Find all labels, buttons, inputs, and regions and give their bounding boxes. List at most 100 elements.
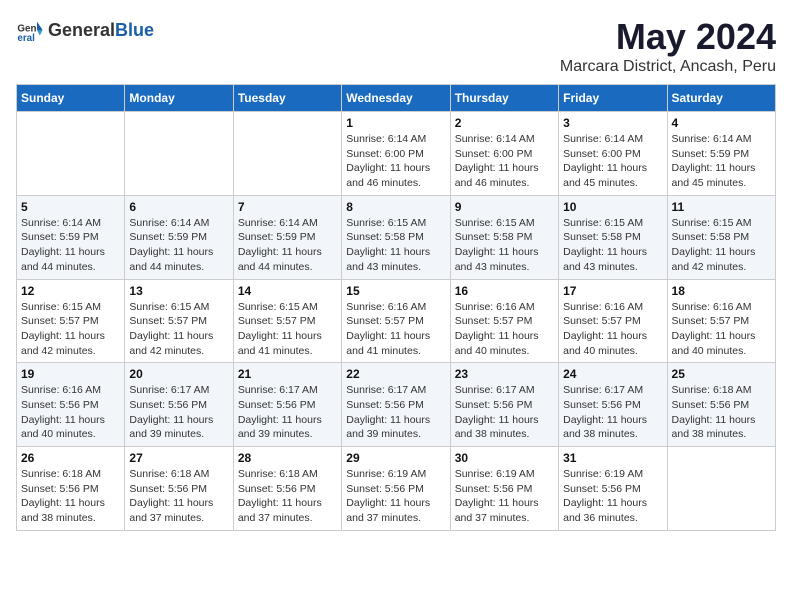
day-number: 18 bbox=[672, 284, 771, 298]
day-number: 10 bbox=[563, 200, 662, 214]
day-info: Sunrise: 6:18 AM Sunset: 5:56 PM Dayligh… bbox=[238, 467, 337, 526]
header-sunday: Sunday bbox=[17, 85, 125, 112]
day-number: 11 bbox=[672, 200, 771, 214]
day-info: Sunrise: 6:16 AM Sunset: 5:57 PM Dayligh… bbox=[672, 300, 771, 359]
day-number: 30 bbox=[455, 451, 554, 465]
day-number: 14 bbox=[238, 284, 337, 298]
table-row: 6 Sunrise: 6:14 AM Sunset: 5:59 PM Daylig… bbox=[125, 195, 233, 279]
day-number: 29 bbox=[346, 451, 445, 465]
title-area: May 2024 Marcara District, Ancash, Peru bbox=[560, 16, 776, 76]
day-number: 6 bbox=[129, 200, 228, 214]
day-info: Sunrise: 6:14 AM Sunset: 5:59 PM Dayligh… bbox=[238, 216, 337, 275]
header-monday: Monday bbox=[125, 85, 233, 112]
table-row bbox=[233, 112, 341, 196]
table-row: 23Sunrise: 6:17 AM Sunset: 5:56 PM Dayli… bbox=[450, 363, 558, 447]
day-number: 27 bbox=[129, 451, 228, 465]
day-info: Sunrise: 6:18 AM Sunset: 5:56 PM Dayligh… bbox=[129, 467, 228, 526]
table-row: 13Sunrise: 6:15 AM Sunset: 5:57 PM Dayli… bbox=[125, 279, 233, 363]
day-number: 17 bbox=[563, 284, 662, 298]
header-thursday: Thursday bbox=[450, 85, 558, 112]
logo-icon: Gen eral bbox=[16, 16, 44, 44]
table-row bbox=[125, 112, 233, 196]
month-title: May 2024 bbox=[560, 16, 776, 58]
day-info: Sunrise: 6:14 AM Sunset: 6:00 PM Dayligh… bbox=[563, 132, 662, 191]
day-number: 22 bbox=[346, 367, 445, 381]
table-row: 7 Sunrise: 6:14 AM Sunset: 5:59 PM Daylig… bbox=[233, 195, 341, 279]
table-row: 16 Sunrise: 6:16 AM Sunset: 5:57 PM Dayli… bbox=[450, 279, 558, 363]
day-info: Sunrise: 6:14 AM Sunset: 6:00 PM Dayligh… bbox=[346, 132, 445, 191]
table-row: 27 Sunrise: 6:18 AM Sunset: 5:56 PM Dayli… bbox=[125, 447, 233, 531]
table-row: 31 Sunrise: 6:19 AM Sunset: 5:56 PM Dayli… bbox=[559, 447, 667, 531]
day-number: 15 bbox=[346, 284, 445, 298]
day-info: Sunrise: 6:15 AM Sunset: 5:57 PM Dayligh… bbox=[129, 300, 228, 359]
svg-text:eral: eral bbox=[17, 33, 35, 44]
day-info: Sunrise: 6:14 AM Sunset: 6:00 PM Dayligh… bbox=[455, 132, 554, 191]
day-info: Sunrise: 6:16 AM Sunset: 5:57 PM Dayligh… bbox=[346, 300, 445, 359]
table-row: 18 Sunrise: 6:16 AM Sunset: 5:57 PM Dayli… bbox=[667, 279, 775, 363]
day-info: Sunrise: 6:17 AM Sunset: 5:56 PM Dayligh… bbox=[129, 383, 228, 442]
day-number: 7 bbox=[238, 200, 337, 214]
table-row: 24 Sunrise: 6:17 AM Sunset: 5:56 PM Dayli… bbox=[559, 363, 667, 447]
day-info: Sunrise: 6:15 AM Sunset: 5:57 PM Dayligh… bbox=[238, 300, 337, 359]
calendar-table: Sunday Monday Tuesday Wednesday Thursday… bbox=[16, 84, 776, 531]
day-number: 16 bbox=[455, 284, 554, 298]
table-row: 2 Sunrise: 6:14 AM Sunset: 6:00 PM Daylig… bbox=[450, 112, 558, 196]
day-number: 5 bbox=[21, 200, 120, 214]
table-row: 10Sunrise: 6:15 AM Sunset: 5:58 PM Dayli… bbox=[559, 195, 667, 279]
day-number: 1 bbox=[346, 116, 445, 130]
day-number: 12 bbox=[21, 284, 120, 298]
week-row-2: 12 Sunrise: 6:15 AM Sunset: 5:57 PM Dayli… bbox=[17, 279, 776, 363]
day-number: 9 bbox=[455, 200, 554, 214]
day-info: Sunrise: 6:17 AM Sunset: 5:56 PM Dayligh… bbox=[455, 383, 554, 442]
day-info: Sunrise: 6:19 AM Sunset: 5:56 PM Dayligh… bbox=[346, 467, 445, 526]
table-row: 3 Sunrise: 6:14 AM Sunset: 6:00 PM Daylig… bbox=[559, 112, 667, 196]
day-number: 31 bbox=[563, 451, 662, 465]
table-row: 5 Sunrise: 6:14 AM Sunset: 5:59 PM Daylig… bbox=[17, 195, 125, 279]
table-row: 25Sunrise: 6:18 AM Sunset: 5:56 PM Dayli… bbox=[667, 363, 775, 447]
table-row bbox=[667, 447, 775, 531]
day-number: 25 bbox=[672, 367, 771, 381]
logo: Gen eral GeneralBlue bbox=[16, 16, 154, 44]
table-row: 30 Sunrise: 6:19 AM Sunset: 5:56 PM Dayli… bbox=[450, 447, 558, 531]
weekday-header-row: Sunday Monday Tuesday Wednesday Thursday… bbox=[17, 85, 776, 112]
table-row: 26 Sunrise: 6:18 AM Sunset: 5:56 PM Dayli… bbox=[17, 447, 125, 531]
day-info: Sunrise: 6:14 AM Sunset: 5:59 PM Dayligh… bbox=[672, 132, 771, 191]
day-info: Sunrise: 6:14 AM Sunset: 5:59 PM Dayligh… bbox=[129, 216, 228, 275]
table-row: 22 Sunrise: 6:17 AM Sunset: 5:56 PM Dayli… bbox=[342, 363, 450, 447]
table-row: 19Sunrise: 6:16 AM Sunset: 5:56 PM Dayli… bbox=[17, 363, 125, 447]
table-row: 29 Sunrise: 6:19 AM Sunset: 5:56 PM Dayli… bbox=[342, 447, 450, 531]
day-number: 24 bbox=[563, 367, 662, 381]
table-row: 11 Sunrise: 6:15 AM Sunset: 5:58 PM Dayli… bbox=[667, 195, 775, 279]
table-row: 4 Sunrise: 6:14 AM Sunset: 5:59 PM Daylig… bbox=[667, 112, 775, 196]
table-row: 21Sunrise: 6:17 AM Sunset: 5:56 PM Dayli… bbox=[233, 363, 341, 447]
day-info: Sunrise: 6:19 AM Sunset: 5:56 PM Dayligh… bbox=[455, 467, 554, 526]
header-wednesday: Wednesday bbox=[342, 85, 450, 112]
logo-general-text: General bbox=[48, 20, 115, 40]
day-info: Sunrise: 6:15 AM Sunset: 5:58 PM Dayligh… bbox=[672, 216, 771, 275]
day-number: 2 bbox=[455, 116, 554, 130]
day-number: 26 bbox=[21, 451, 120, 465]
day-number: 28 bbox=[238, 451, 337, 465]
day-number: 4 bbox=[672, 116, 771, 130]
day-info: Sunrise: 6:14 AM Sunset: 5:59 PM Dayligh… bbox=[21, 216, 120, 275]
day-info: Sunrise: 6:16 AM Sunset: 5:57 PM Dayligh… bbox=[563, 300, 662, 359]
day-info: Sunrise: 6:17 AM Sunset: 5:56 PM Dayligh… bbox=[346, 383, 445, 442]
day-number: 21 bbox=[238, 367, 337, 381]
day-info: Sunrise: 6:15 AM Sunset: 5:58 PM Dayligh… bbox=[346, 216, 445, 275]
day-info: Sunrise: 6:16 AM Sunset: 5:57 PM Dayligh… bbox=[455, 300, 554, 359]
day-info: Sunrise: 6:16 AM Sunset: 5:56 PM Dayligh… bbox=[21, 383, 120, 442]
table-row: 1 Sunrise: 6:14 AM Sunset: 6:00 PM Daylig… bbox=[342, 112, 450, 196]
day-info: Sunrise: 6:19 AM Sunset: 5:56 PM Dayligh… bbox=[563, 467, 662, 526]
table-row: 28 Sunrise: 6:18 AM Sunset: 5:56 PM Dayli… bbox=[233, 447, 341, 531]
location-title: Marcara District, Ancash, Peru bbox=[560, 58, 776, 76]
week-row-1: 5 Sunrise: 6:14 AM Sunset: 5:59 PM Daylig… bbox=[17, 195, 776, 279]
table-row: 17 Sunrise: 6:16 AM Sunset: 5:57 PM Dayli… bbox=[559, 279, 667, 363]
day-number: 20 bbox=[129, 367, 228, 381]
day-info: Sunrise: 6:15 AM Sunset: 5:57 PM Dayligh… bbox=[21, 300, 120, 359]
day-info: Sunrise: 6:18 AM Sunset: 5:56 PM Dayligh… bbox=[21, 467, 120, 526]
table-row: 15 Sunrise: 6:16 AM Sunset: 5:57 PM Dayli… bbox=[342, 279, 450, 363]
day-number: 3 bbox=[563, 116, 662, 130]
day-info: Sunrise: 6:17 AM Sunset: 5:56 PM Dayligh… bbox=[563, 383, 662, 442]
table-row: 14 Sunrise: 6:15 AM Sunset: 5:57 PM Dayli… bbox=[233, 279, 341, 363]
week-row-4: 26 Sunrise: 6:18 AM Sunset: 5:56 PM Dayli… bbox=[17, 447, 776, 531]
